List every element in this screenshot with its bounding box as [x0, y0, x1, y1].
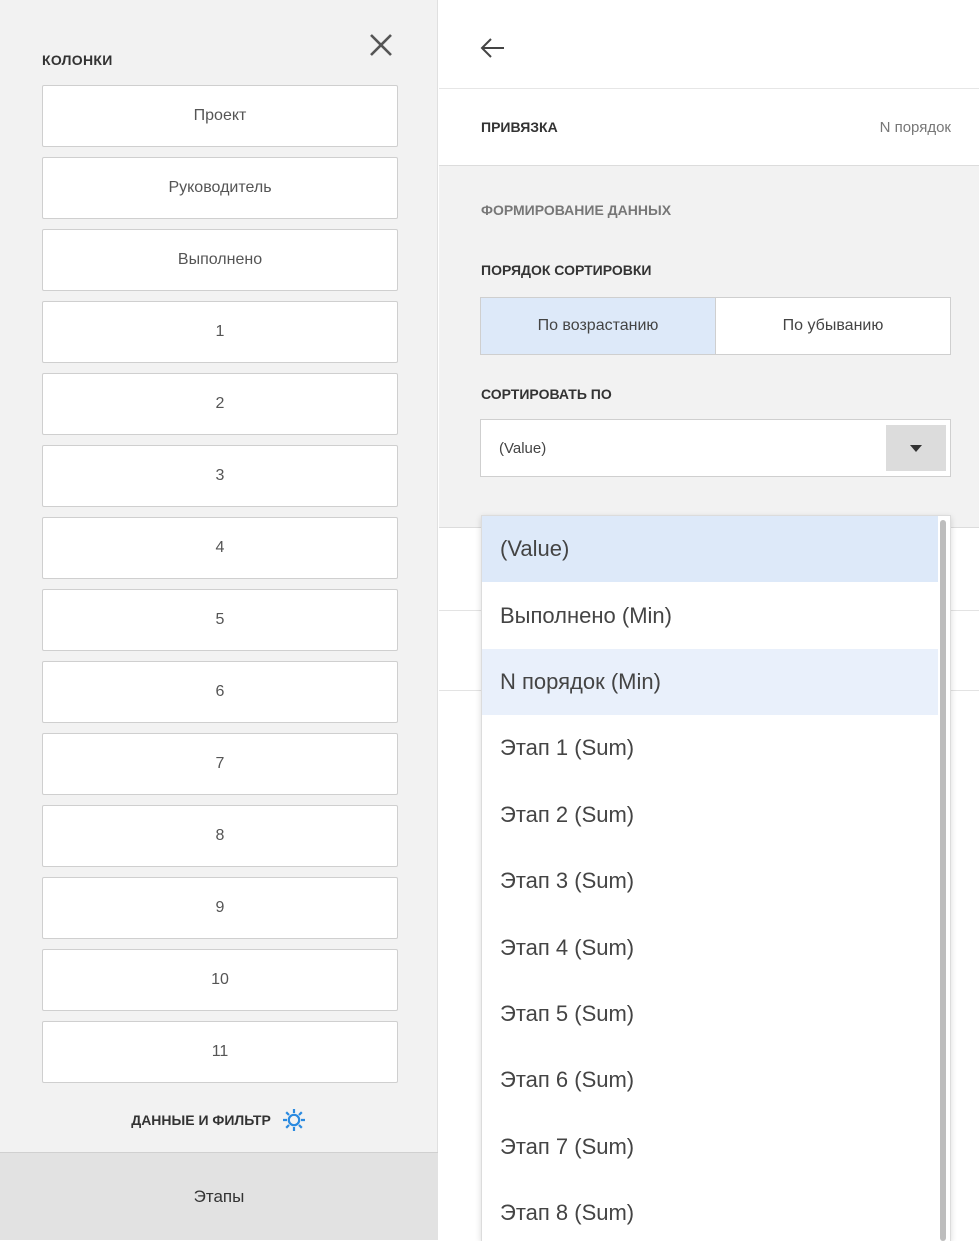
- columns-panel: КОЛОНКИ Проект Руководитель Выполнено 1 2 3 4 5…: [0, 0, 438, 1240]
- sort-by-value: (Value): [499, 440, 547, 457]
- column-item[interactable]: 8: [42, 805, 398, 867]
- sort-ascending-button[interactable]: По возрастанию: [481, 298, 716, 354]
- binding-label: ПРИВЯЗКА: [481, 119, 558, 135]
- sort-order-label: ПОРЯДОК СОРТИРОВКИ: [481, 262, 652, 278]
- column-item[interactable]: 3: [42, 445, 398, 507]
- column-item[interactable]: 6: [42, 661, 398, 723]
- arrow-left-icon[interactable]: [479, 36, 507, 60]
- columns-title: КОЛОНКИ: [42, 52, 113, 68]
- column-item[interactable]: 4: [42, 517, 398, 579]
- data-filter-row[interactable]: ДАННЫЕ И ФИЛЬТР: [0, 1100, 438, 1140]
- column-item[interactable]: 9: [42, 877, 398, 939]
- dropdown-option[interactable]: Этап 3 (Sum): [482, 848, 938, 914]
- dropdown-option[interactable]: Этап 8 (Sum): [482, 1180, 938, 1241]
- dropdown-option[interactable]: Этап 5 (Sum): [482, 981, 938, 1047]
- dropdown-option[interactable]: (Value): [482, 516, 938, 583]
- column-item[interactable]: Руководитель: [42, 157, 398, 219]
- dropdown-option[interactable]: N порядок (Min): [482, 648, 938, 716]
- caret-down-icon: [910, 444, 922, 452]
- sort-by-dropdown-list: (Value) Выполнено (Min) N порядок (Min) Эта…: [481, 515, 951, 1241]
- section-title: ФОРМИРОВАНИЕ ДАННЫХ: [481, 202, 672, 218]
- data-filter-label: ДАННЫЕ И ФИЛЬТР: [131, 1112, 271, 1128]
- dropdown-option[interactable]: Этап 6 (Sum): [482, 1047, 938, 1113]
- sort-descending-button[interactable]: По убыванию: [716, 298, 950, 354]
- column-list: Проект Руководитель Выполнено 1 2 3 4 5 6 7 8 9 10 11: [42, 85, 398, 1093]
- column-item[interactable]: 5: [42, 589, 398, 651]
- sort-order-toggle: По возрастанию По убыванию: [480, 297, 951, 355]
- close-icon[interactable]: [366, 30, 396, 60]
- stages-tab[interactable]: Этапы: [0, 1152, 438, 1240]
- column-item[interactable]: 1: [42, 301, 398, 363]
- dropdown-button[interactable]: [886, 425, 946, 471]
- column-item[interactable]: 10: [42, 949, 398, 1011]
- sort-by-select[interactable]: (Value): [480, 419, 951, 477]
- dropdown-option[interactable]: Этап 1 (Sum): [482, 715, 938, 781]
- column-item[interactable]: 2: [42, 373, 398, 435]
- column-item[interactable]: 11: [42, 1021, 398, 1083]
- dropdown-options: (Value) Выполнено (Min) N порядок (Min) Эта…: [482, 516, 950, 1241]
- sort-by-label: СОРТИРОВАТЬ ПО: [481, 386, 612, 402]
- column-item[interactable]: Выполнено: [42, 229, 398, 291]
- dropdown-option[interactable]: Этап 2 (Sum): [482, 782, 938, 848]
- gear-icon[interactable]: [281, 1107, 307, 1133]
- binding-value: N порядок: [879, 119, 951, 136]
- column-item[interactable]: Проект: [42, 85, 398, 147]
- dropdown-option[interactable]: Выполнено (Min): [482, 582, 938, 648]
- column-item[interactable]: 7: [42, 733, 398, 795]
- binding-row[interactable]: ПРИВЯЗКА N порядок: [439, 88, 979, 166]
- dropdown-option[interactable]: Этап 4 (Sum): [482, 914, 938, 980]
- data-shaping-section: ФОРМИРОВАНИЕ ДАННЫХ ПОРЯДОК СОРТИРОВКИ П…: [439, 166, 979, 528]
- dropdown-option[interactable]: Этап 7 (Sum): [482, 1114, 938, 1180]
- dropdown-scrollbar[interactable]: [940, 520, 946, 1241]
